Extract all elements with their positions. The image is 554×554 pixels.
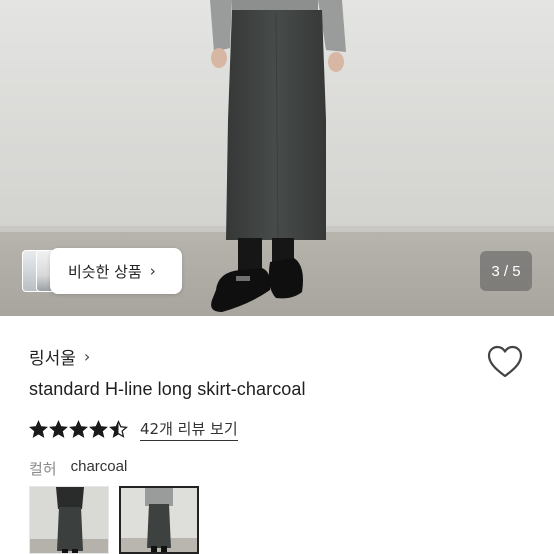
wishlist-button[interactable] [486,344,524,380]
similar-products-button[interactable]: 비슷한 상품 › [20,248,182,294]
similar-products-pill: 비슷한 상품 › [50,248,182,294]
star-icon [49,420,68,438]
brand-name: 링서울 [29,349,76,369]
star-icon [69,420,88,438]
chevron-right-icon: › [83,347,91,366]
product-title: standard H-line long skirt-charcoal [29,379,306,399]
color-option-thumbnail[interactable] [29,486,109,554]
rating-row: 42개 리뷰 보기 [29,418,238,441]
color-value: charcoal [70,458,128,475]
color-option-row: 컬허 charcoal [29,458,127,479]
color-label: 컬허 [29,460,57,478]
color-option-thumbnail-selected[interactable] [119,486,199,554]
star-icon [29,420,48,438]
chevron-right-icon: › [149,262,156,280]
option-photo [30,487,108,553]
heart-outline-icon [487,345,523,378]
star-icon [109,420,128,438]
brand-link[interactable]: 링서울 › [29,344,90,369]
similar-products-label: 비슷한 상품 [68,262,142,281]
review-link[interactable]: 42개 리뷰 보기 [140,418,238,441]
star-icon [89,420,108,438]
star-rating [29,420,128,439]
option-photo [121,488,197,552]
product-image-gallery[interactable]: 비슷한 상품 › 3 / 5 [0,0,554,316]
image-counter: 3 / 5 [480,251,532,291]
